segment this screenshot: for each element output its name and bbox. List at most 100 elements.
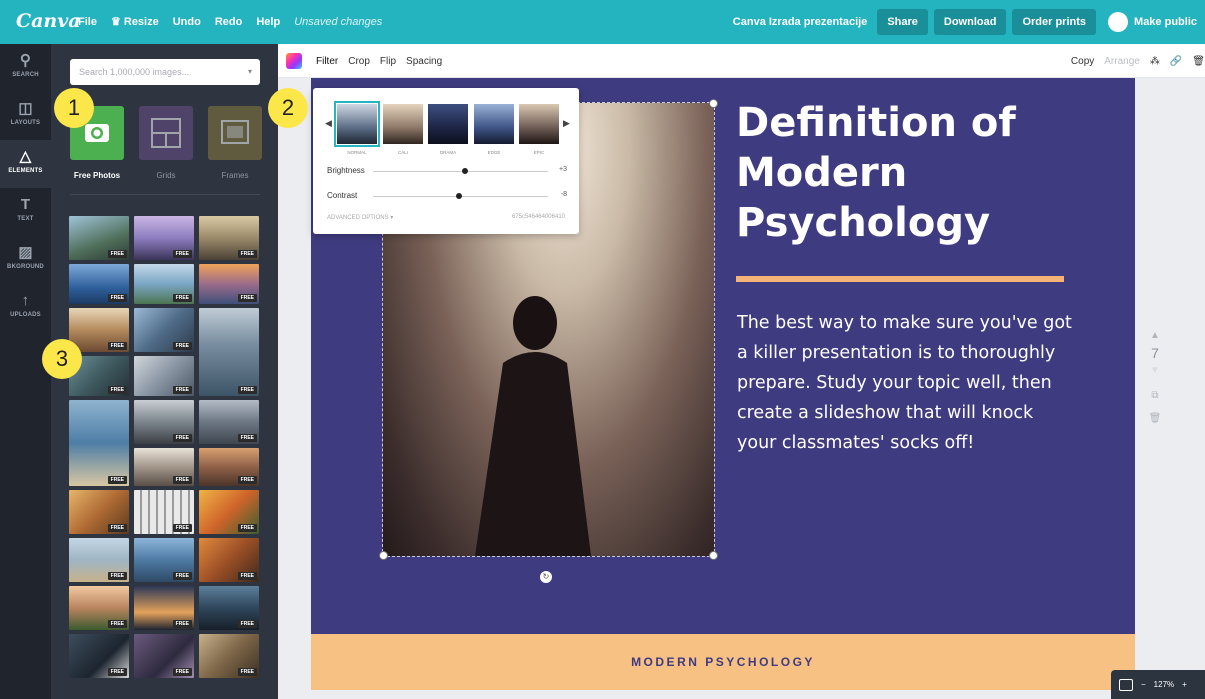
free-badge: FREE <box>237 668 257 676</box>
free-badge: FREE <box>172 434 192 442</box>
document-title[interactable]: Canva Izrada prezentacije <box>733 16 868 28</box>
category-grids[interactable] <box>139 106 193 160</box>
resize-handle-bl[interactable] <box>379 551 388 560</box>
photo-thumb[interactable]: FREE <box>69 634 129 678</box>
photo-thumb[interactable]: FREE <box>199 586 259 630</box>
spacing-button[interactable]: Spacing <box>406 56 442 67</box>
image-tools: Filter Crop Flip Spacing <box>316 56 442 67</box>
free-badge: FREE <box>172 668 192 676</box>
photo-thumb[interactable]: FREE <box>69 216 129 260</box>
photo-thumb[interactable]: FREE <box>134 216 194 260</box>
contrast-value: -8 <box>560 191 567 198</box>
move-up-icon[interactable]: ▲ <box>1150 330 1160 341</box>
photo-thumb[interactable]: FREE <box>134 448 194 486</box>
photo-thumb[interactable]: FREE <box>199 400 259 444</box>
rail-layouts[interactable]: ◫ LAYOUTS <box>0 92 51 140</box>
chevron-right-icon[interactable]: ▶ <box>563 118 570 129</box>
photo-thumb[interactable]: FREE <box>199 634 259 678</box>
photo-thumb[interactable]: FREE <box>134 308 194 352</box>
elements-icon: △ <box>19 148 32 165</box>
photo-thumb[interactable]: FREE <box>134 264 194 304</box>
person-silhouette <box>475 296 591 556</box>
photo-thumb[interactable]: FREE <box>199 308 259 396</box>
filter-code: 675c546464006410 <box>511 214 565 220</box>
share-button[interactable]: Share <box>877 9 928 35</box>
photo-thumb[interactable]: FREE <box>69 264 129 304</box>
download-button[interactable]: Download <box>933 9 1007 35</box>
menu-resize[interactable]: ♛ Resize <box>111 15 159 28</box>
brightness-slider[interactable] <box>373 168 548 174</box>
zoom-in-button[interactable]: + <box>1182 680 1187 689</box>
move-down-icon[interactable]: ▼ <box>1148 365 1162 376</box>
present-icon[interactable] <box>1119 678 1133 691</box>
transparency-icon[interactable]: ⁂ <box>1150 56 1160 67</box>
free-badge: FREE <box>107 524 127 532</box>
order-prints-button[interactable]: Order prints <box>1012 9 1097 35</box>
filter-name: DRAMA <box>439 150 457 155</box>
filter-thumb-normal[interactable] <box>334 101 380 147</box>
rail-background[interactable]: ▨ BKGROUND <box>0 236 51 284</box>
copy-button[interactable]: Copy <box>1071 56 1094 67</box>
filter-thumb-drama[interactable] <box>428 104 468 144</box>
photo-thumb[interactable]: FREE <box>199 264 259 304</box>
footer-text[interactable]: MODERN PSYCHOLOGY <box>311 655 1135 669</box>
rail-search[interactable]: ⚲ SEARCH <box>0 44 51 92</box>
photo-thumb[interactable]: FREE <box>69 586 129 630</box>
slide-title[interactable]: Definition of Modern Psychology <box>736 98 1116 248</box>
canva-logo[interactable]: Canva <box>16 10 81 32</box>
menu-undo[interactable]: Undo <box>173 16 201 28</box>
photo-thumb[interactable]: FREE <box>199 448 259 486</box>
menu-file[interactable]: File <box>78 16 97 28</box>
category-frames[interactable] <box>208 106 262 160</box>
color-swatch[interactable] <box>286 53 302 69</box>
avatar[interactable] <box>1108 12 1129 32</box>
rail-text[interactable]: T TEXT <box>0 188 51 236</box>
trash-icon[interactable]: 🗑 <box>1192 56 1205 67</box>
chevron-left-icon[interactable]: ◀ <box>325 118 332 129</box>
photo-thumb[interactable]: FREE <box>199 538 259 582</box>
photo-thumb[interactable]: FREE <box>134 490 194 534</box>
photo-thumb[interactable]: FREE <box>199 490 259 534</box>
rail-uploads[interactable]: ↑ UPLOADS <box>0 284 51 332</box>
filter-button[interactable]: Filter <box>316 56 338 67</box>
contrast-slider[interactable] <box>373 193 548 199</box>
filter-thumb-cali[interactable] <box>383 104 423 144</box>
advanced-options-link[interactable]: ADVANCED OPTIONS ▾ <box>327 214 393 221</box>
duplicate-page-icon[interactable]: ⧉ <box>1148 390 1162 401</box>
menu-help[interactable]: Help <box>256 16 280 28</box>
photo-thumb[interactable]: FREE <box>69 490 129 534</box>
photo-thumb[interactable]: FREE <box>199 216 259 260</box>
filter-thumb-edge[interactable] <box>474 104 514 144</box>
search-icon: ⚲ <box>19 52 32 69</box>
flip-button[interactable]: Flip <box>380 56 396 67</box>
slide-body-text[interactable]: The best way to make sure you've got a k… <box>737 308 1077 458</box>
photo-thumb[interactable]: FREE <box>134 586 194 630</box>
page-number: 7 <box>1151 345 1159 361</box>
photo-thumb[interactable]: FREE <box>134 538 194 582</box>
photo-thumb[interactable]: FREE <box>134 400 194 444</box>
make-public-button[interactable]: Make public <box>1134 16 1197 28</box>
photo-thumb[interactable]: FREE <box>69 538 129 582</box>
rotate-handle-icon[interactable]: ↻ <box>540 571 552 583</box>
rail-elements[interactable]: △ ELEMENTS <box>0 140 51 188</box>
crop-button[interactable]: Crop <box>348 56 370 67</box>
photo-thumb[interactable]: FREE <box>69 308 129 352</box>
search-input[interactable]: Search 1,000,000 images... ▾ <box>70 59 260 85</box>
delete-page-icon[interactable]: 🗑 <box>1148 413 1162 424</box>
photo-thumb[interactable]: FREE <box>134 634 194 678</box>
chevron-down-icon[interactable]: ▾ <box>248 67 252 76</box>
brightness-knob[interactable] <box>462 168 468 174</box>
free-badge: FREE <box>107 250 127 258</box>
photo-thumb[interactable]: FREE <box>134 356 194 396</box>
menu-redo[interactable]: Redo <box>215 16 243 28</box>
free-badge: FREE <box>237 294 257 302</box>
resize-handle-br[interactable] <box>709 551 718 560</box>
contrast-knob[interactable] <box>456 193 462 199</box>
rail-label: SEARCH <box>12 72 39 78</box>
arrange-button[interactable]: Arrange <box>1104 56 1140 67</box>
filter-thumb-epic[interactable] <box>519 104 559 144</box>
resize-handle-tr[interactable] <box>709 99 718 108</box>
photo-thumb[interactable]: FREE <box>69 400 129 486</box>
zoom-out-button[interactable]: − <box>1141 680 1146 689</box>
link-icon[interactable]: 🔗 <box>1170 56 1182 67</box>
